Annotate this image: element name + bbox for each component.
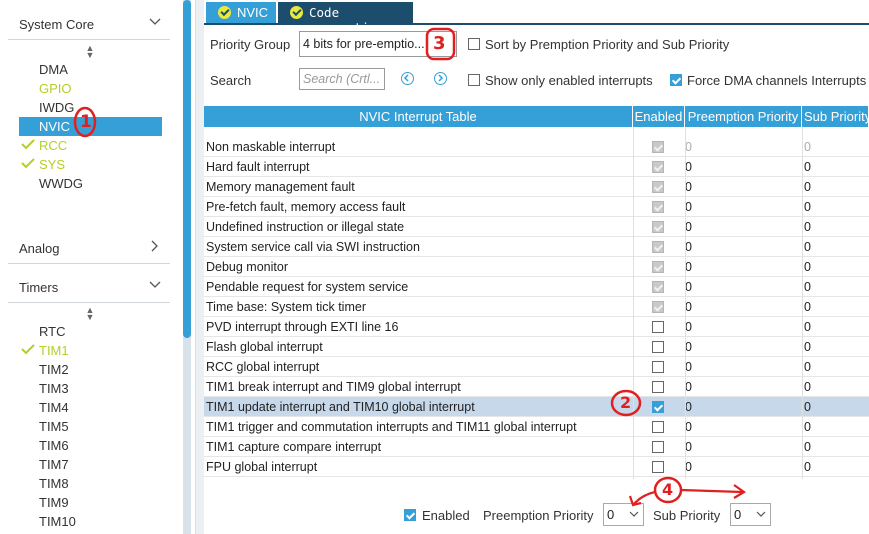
annotation-number-4: 4 [662,480,674,499]
annotation-arrow-left [633,490,656,505]
annotation-number-1: 1 [80,112,92,132]
annotation-overlay [73,27,747,507]
arrowhead-left [628,495,642,507]
annotation-number-3: 3 [433,33,446,54]
annotation-number-2: 2 [620,393,632,412]
annotation-arrow-right [680,488,743,494]
